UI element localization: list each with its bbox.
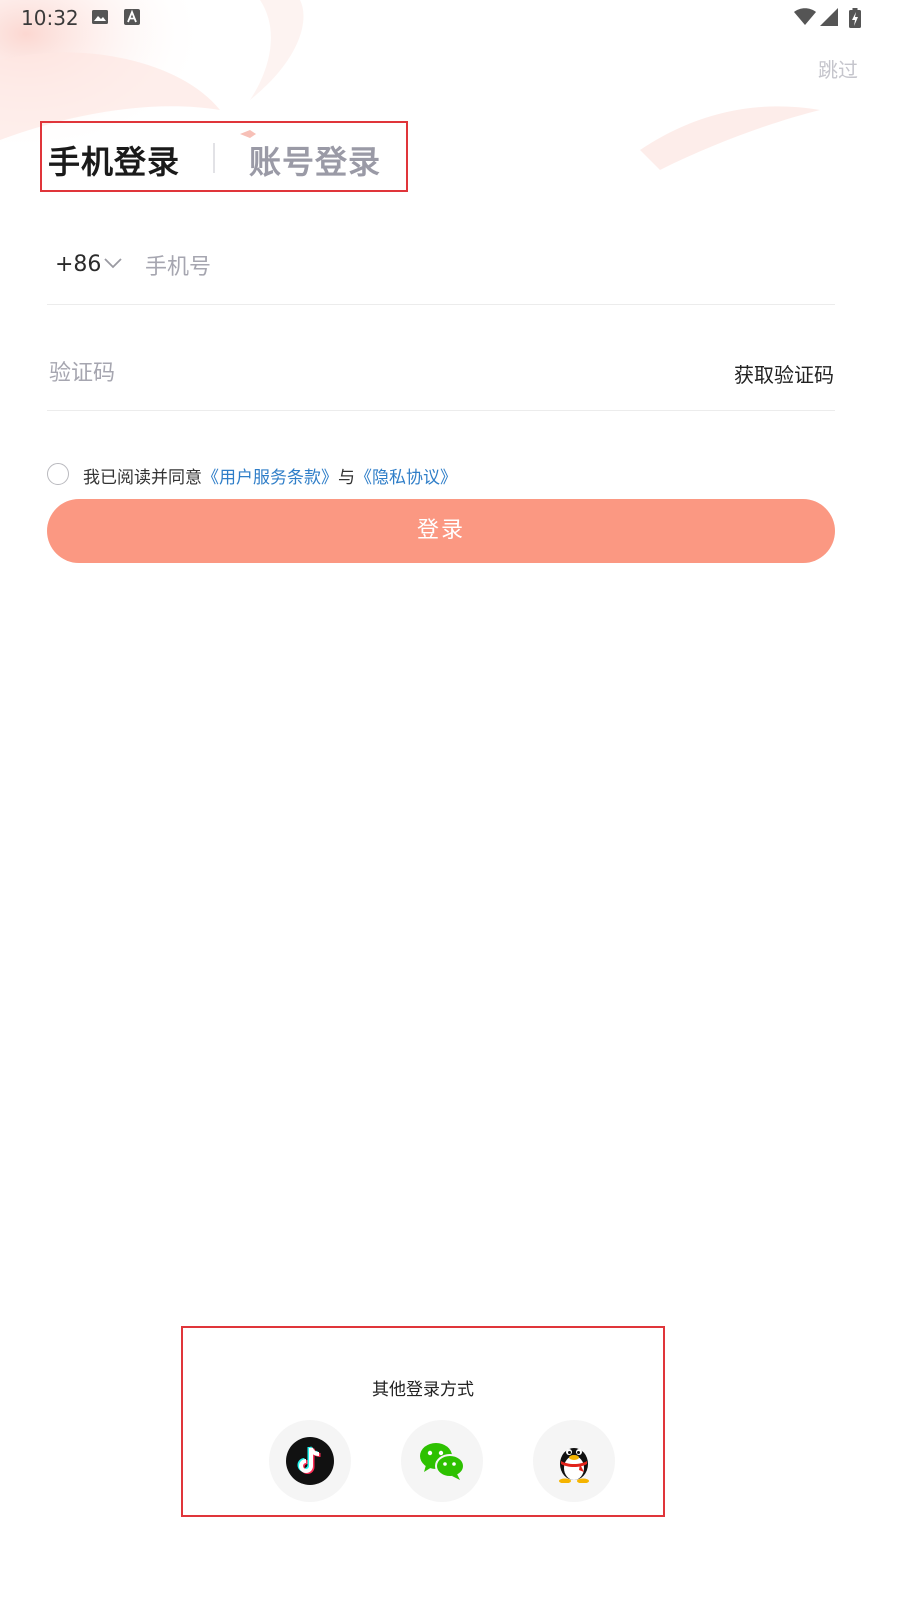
login-button[interactable]: 登录	[47, 499, 835, 563]
tab-phone-login[interactable]: 手机登录	[48, 137, 180, 183]
privacy-link[interactable]: 《隐私协议》	[355, 468, 457, 488]
wifi-icon	[794, 8, 816, 25]
terms-link[interactable]: 《用户服务条款》	[202, 468, 338, 488]
verification-code-input[interactable]	[47, 354, 651, 392]
code-row-divider	[47, 410, 835, 411]
qq-icon	[559, 1448, 589, 1483]
battery-charging-icon	[849, 8, 861, 28]
agreement-checkbox[interactable]	[47, 463, 69, 485]
qq-login-button[interactable]	[533, 1420, 615, 1502]
phone-row-divider	[47, 304, 835, 305]
agreement-text: 我已阅读并同意《用户服务条款》与《隐私协议》	[83, 463, 457, 488]
agreement-conjunction: 与	[338, 468, 355, 488]
phone-input[interactable]	[143, 248, 747, 286]
tab-divider	[213, 143, 215, 173]
login-tabs: 手机登录 账号登录	[40, 121, 408, 192]
status-bar: 10:32	[0, 0, 900, 36]
douyin-icon	[286, 1437, 334, 1485]
signal-icon	[820, 8, 838, 26]
login-screen: 10:32 跳过 手机登录 账号登录 +86 获取验证码	[0, 0, 900, 1600]
other-login-section: 其他登录方式	[181, 1326, 665, 1517]
wechat-icon	[420, 1443, 465, 1480]
agreement-prefix: 我已阅读并同意	[83, 468, 202, 488]
image-icon	[92, 10, 108, 24]
chevron-down-icon[interactable]	[103, 256, 123, 270]
country-code-selector[interactable]: +86	[55, 252, 101, 277]
wechat-login-button[interactable]	[401, 1420, 483, 1502]
skip-link[interactable]: 跳过	[818, 54, 858, 83]
tab-account-login[interactable]: 账号登录	[249, 137, 381, 183]
get-code-button[interactable]: 获取验证码	[734, 359, 834, 388]
font-icon	[124, 9, 140, 25]
status-time: 10:32	[21, 6, 79, 30]
douyin-login-button[interactable]	[269, 1420, 351, 1502]
other-login-title: 其他登录方式	[372, 1380, 474, 1400]
